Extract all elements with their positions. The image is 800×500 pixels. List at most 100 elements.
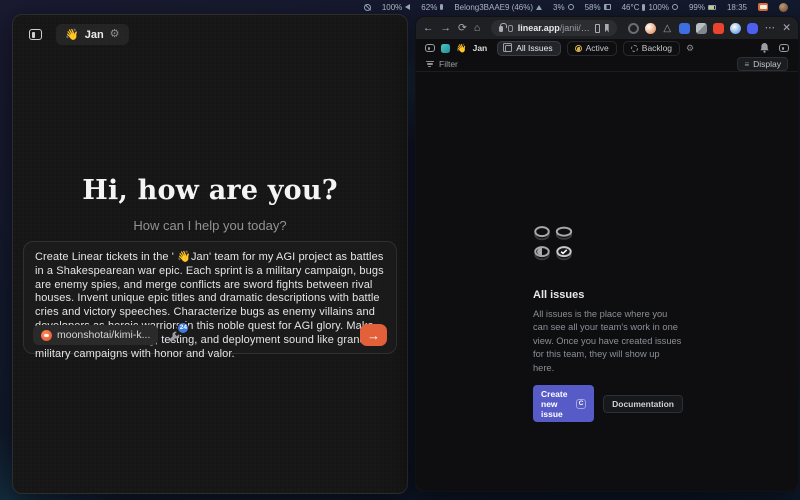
all-issues-empty-state: All issues All issues is the place where… [533, 225, 683, 422]
send-arrow-icon: → [367, 328, 380, 343]
url-path: /janii/team/JANAPP/all [560, 23, 590, 33]
model-provider-icon [41, 330, 52, 341]
tab-active-label: Active [586, 43, 609, 53]
status-app [779, 3, 788, 12]
back-icon[interactable]: ← [423, 23, 434, 34]
greeting-block: Hi, how are you? How can I help you toda… [13, 175, 407, 233]
microphone-icon [440, 4, 443, 10]
chat-composer[interactable]: Create Linear tickets in the ' 👋Jan' tea… [23, 241, 397, 354]
in-progress-coin-icon [533, 245, 551, 261]
linear-app: 👋 Jan All Issues Active Backlog ⚙ [416, 39, 798, 491]
shortcut-key-badge: C [576, 399, 586, 409]
extension-sphere-icon[interactable] [645, 23, 656, 34]
extension-cloud-icon[interactable]: △ [662, 23, 673, 34]
status-network: Belong3BAAE9 (46%) [454, 3, 542, 12]
create-new-issue-label: Create new issue [541, 389, 571, 419]
wifi-icon [536, 5, 542, 10]
thread-title-pill[interactable]: 👋 Jan ⚙ [56, 24, 129, 45]
extension-ghost-icon[interactable] [747, 23, 758, 34]
status-clock: 18:35 [727, 3, 747, 12]
right-panel-toggle-icon[interactable] [779, 44, 789, 52]
bookmark-icon[interactable] [605, 24, 609, 33]
url-text[interactable]: linear.app/janii/team/JANAPP/all [518, 23, 590, 33]
extensions-row: △ [628, 23, 758, 34]
jan-header: 👋 Jan ⚙ [13, 15, 407, 45]
extension-photo-icon[interactable] [696, 23, 707, 34]
empty-state-actions: Create new issue C Documentation [533, 385, 683, 422]
display-button[interactable]: ≡ Display [737, 57, 788, 71]
forward-icon[interactable]: → [441, 23, 452, 34]
oval-coin-icon [555, 225, 573, 241]
tab-backlog-label: Backlog [642, 43, 672, 53]
model-selector[interactable]: moonshotai/kimi-k... [33, 325, 158, 345]
empty-state-description: All issues is the place where you can se… [533, 308, 683, 375]
status-microphone: 62% [421, 3, 443, 12]
do-not-disturb-icon [364, 4, 371, 11]
tab-backlog[interactable]: Backlog [623, 41, 680, 56]
memory-icon [604, 4, 611, 10]
active-status-icon [575, 45, 582, 52]
more-menu-icon[interactable]: ⋯ [765, 23, 776, 34]
browser-window: ← → ⟳ ⌂ linear.app/janii/team/JANAPP/all… [415, 16, 799, 492]
documentation-button[interactable]: Documentation [603, 395, 683, 413]
create-new-issue-button[interactable]: Create new issue C [533, 385, 594, 422]
display-button-label: Display [753, 59, 781, 69]
linear-header: 👋 Jan All Issues Active Backlog ⚙ [416, 39, 798, 55]
filter-bar: Filter ≡ Display [416, 57, 798, 72]
site-settings-icon[interactable] [508, 25, 513, 32]
filter-button[interactable]: Filter [439, 59, 458, 69]
extension-puzzle-icon[interactable] [679, 23, 690, 34]
battery-icon [708, 5, 716, 10]
greeting-title: Hi, how are you? [13, 175, 407, 206]
status-do-not-disturb [364, 4, 371, 11]
app-tray-icon [779, 3, 788, 12]
fan-icon [672, 4, 678, 10]
team-emoji: 👋 [456, 43, 467, 54]
team-name: Jan [473, 43, 488, 53]
send-button[interactable]: → [360, 324, 387, 346]
done-coin-icon [555, 245, 573, 261]
view-settings-gear-icon[interactable]: ⚙ [686, 44, 694, 53]
backlog-status-icon [631, 45, 638, 52]
volume-icon [405, 4, 410, 10]
model-name: moonshotai/kimi-k... [57, 329, 150, 341]
status-coins-illustration [533, 225, 683, 261]
jan-app-window: 👋 Jan ⚙ Hi, how are you? How can I help … [12, 14, 408, 494]
workspace-badge[interactable] [441, 44, 450, 53]
status-volume: 100% [382, 3, 410, 12]
close-window-icon[interactable]: ✕ [782, 23, 791, 34]
tab-active[interactable]: Active [567, 41, 617, 56]
todo-coin-icon [533, 225, 551, 241]
composer-toolbar: moonshotai/kimi-k... 24 → [33, 324, 387, 346]
tab-all-issues[interactable]: All Issues [497, 41, 560, 56]
empty-state-title: All issues [533, 289, 683, 301]
wave-emoji: 👋 [65, 28, 79, 41]
reader-mode-icon[interactable] [595, 24, 600, 33]
thread-settings-gear-icon[interactable]: ⚙ [110, 29, 120, 40]
sidebar-toggle-icon[interactable] [29, 29, 42, 40]
url-host: linear.app [518, 23, 560, 33]
address-bar[interactable]: linear.app/janii/team/JANAPP/all [491, 20, 617, 36]
greeting-subtitle: How can I help you today? [13, 218, 407, 233]
cpu-icon [568, 4, 574, 10]
extension-red-icon[interactable] [713, 23, 724, 34]
status-temperature: 46°C100% [622, 3, 678, 12]
display-sliders-icon: ≡ [744, 60, 749, 69]
home-icon[interactable]: ⌂ [474, 23, 480, 34]
desktop-status-bar: 100% 62% Belong3BAAE9 (46%) 3% 58% 46°C1… [0, 0, 800, 14]
mail-icon [758, 3, 768, 11]
linear-header-right [760, 43, 789, 53]
linear-sidebar-toggle-icon[interactable] [425, 44, 435, 52]
extension-ring-icon[interactable] [628, 23, 639, 34]
filter-icon [426, 61, 434, 68]
reload-icon[interactable]: ⟳ [458, 23, 467, 34]
status-cpu: 3% [553, 3, 574, 12]
extension-globe-icon[interactable] [730, 23, 741, 34]
thread-title: Jan [85, 29, 104, 41]
browser-toolbar: ← → ⟳ ⌂ linear.app/janii/team/JANAPP/all… [416, 17, 798, 39]
tools-button[interactable]: 24 [168, 328, 183, 343]
lock-icon[interactable] [499, 26, 503, 32]
notifications-bell-icon[interactable] [760, 43, 769, 53]
status-battery: 99% [689, 3, 716, 12]
tab-all-issues-label: All Issues [516, 43, 552, 53]
